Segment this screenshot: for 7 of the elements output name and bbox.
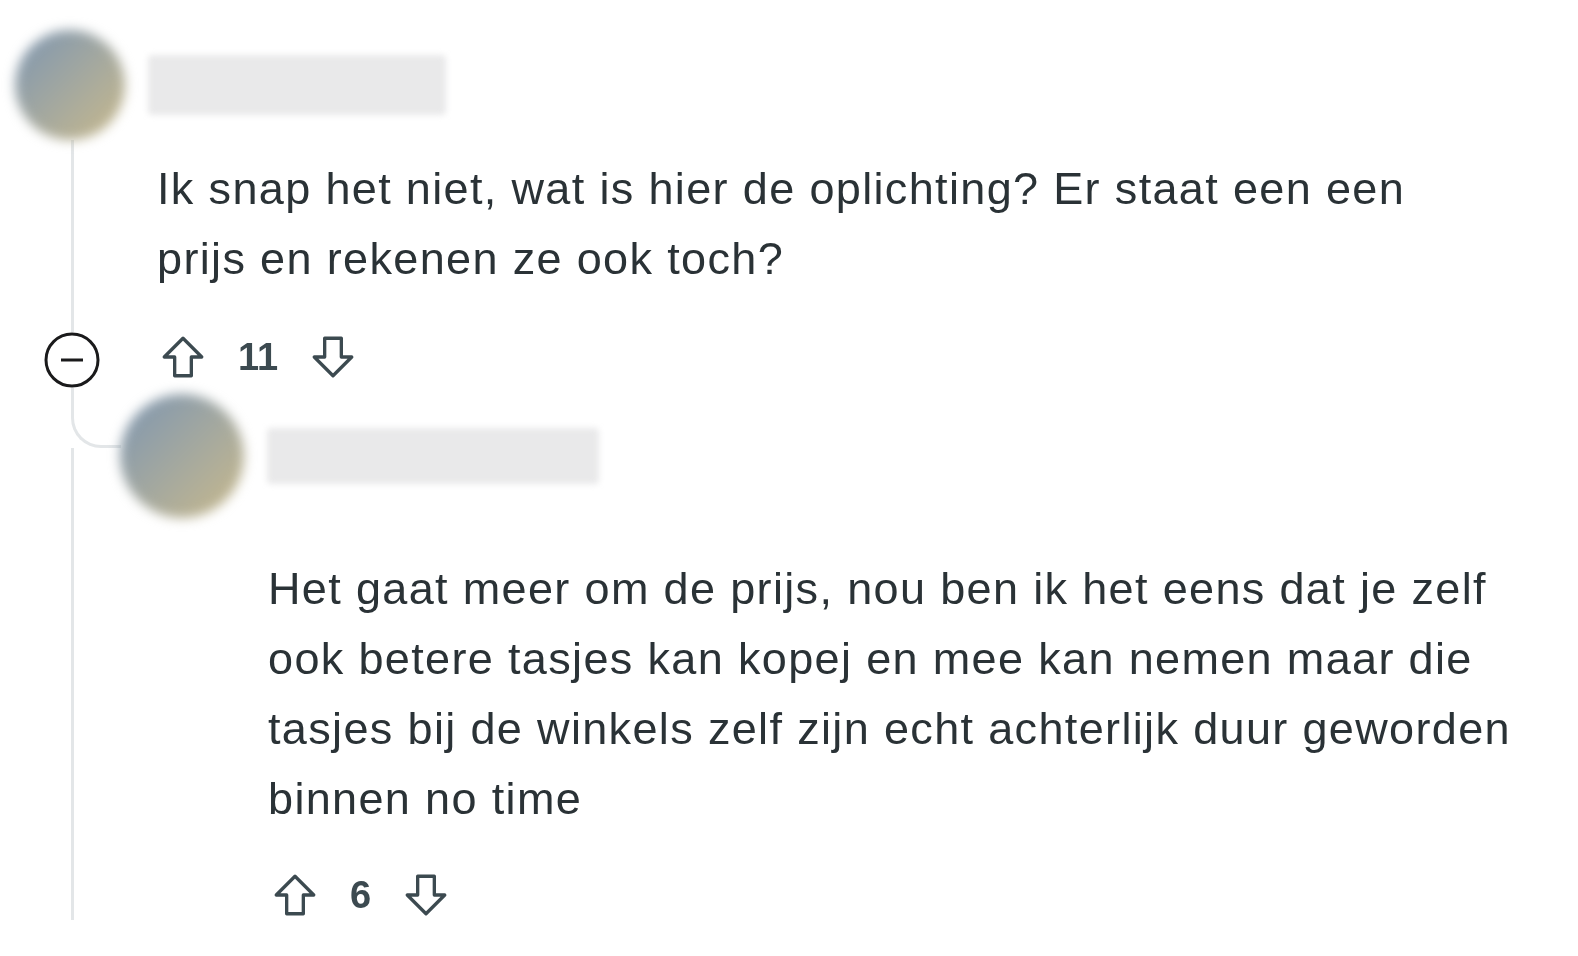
reply-text: Het gaat meer om de prijs, nou ben ik het eens dat je zelf ook betere tasjes kan kopej en mee kan nemen maar die tasjes bij de winkels zelf zijn echt achterlijk duur geworden binnen no time (267, 562, 1512, 826)
avatar[interactable] (120, 394, 244, 518)
collapse-icon[interactable] (44, 332, 100, 388)
vote-count: 6 (350, 876, 372, 914)
comment-text: Ik snap het niet, wat is hier de oplichting? Er staat een een prijs en rekenen ze ook toch? (156, 162, 1407, 286)
vote-count: 11 (238, 338, 279, 376)
avatar[interactable] (15, 30, 125, 140)
